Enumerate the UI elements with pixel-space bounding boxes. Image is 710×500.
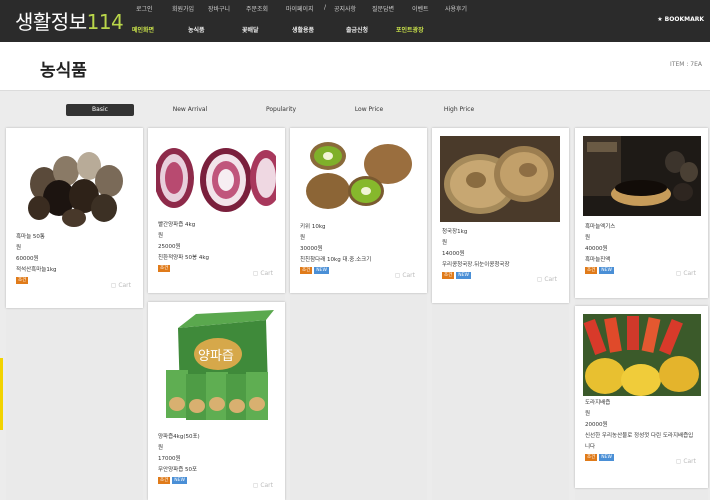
red-onion-image[interactable] xyxy=(156,136,276,216)
add-to-cart-button[interactable]: ▢ Cart xyxy=(676,458,696,465)
kiwi-image[interactable] xyxy=(298,136,418,216)
signup-link[interactable]: 회원가입 xyxy=(172,4,194,13)
sort-low-price[interactable]: Low Price xyxy=(346,104,392,116)
util-separator: / xyxy=(324,4,327,11)
product-unit: 원 xyxy=(158,445,164,451)
product-card[interactable]: 흑마늘엑기스 원 40000원 흑마늘진액 조건 NEW ▢ Cart xyxy=(575,128,708,298)
product-card[interactable]: 도라지배즙 원 20000원 신선한 우리농산물로 정성껏 다린 도라지배즙입니… xyxy=(575,306,708,488)
review-link[interactable]: 사용후기 xyxy=(445,4,467,13)
product-price: 30000원 xyxy=(300,246,323,252)
login-link[interactable]: 로그인 xyxy=(136,4,153,13)
product-name[interactable]: 도라지배즙 xyxy=(585,398,697,409)
nav-flower[interactable]: 꽃배달 xyxy=(242,25,259,34)
product-price: 40000원 xyxy=(585,246,608,252)
product-name[interactable]: 양파즙4kg(50포) xyxy=(158,432,200,443)
product-unit: 원 xyxy=(442,240,448,246)
top-bar: 생활정보114 로그인 회원가입 장바구니 주문조회 마이페이지 / 공지사항 … xyxy=(0,0,710,42)
product-desc: 우리콩청국장.뒤눈이콩청국장 xyxy=(442,262,510,268)
order-lookup-link[interactable]: 주문조회 xyxy=(246,4,268,13)
product-desc: 흑마늘진액 xyxy=(585,257,611,263)
event-link[interactable]: 이벤트 xyxy=(412,4,429,13)
product-name[interactable]: 빨간양파즙 4kg xyxy=(158,220,209,231)
product-unit: 원 xyxy=(585,235,591,241)
condition-badge: 조건 xyxy=(442,272,455,279)
product-card[interactable]: 청국장1kg 원 14000원 우리콩청국장.뒤눈이콩청국장 조건 NEW ▢ C… xyxy=(432,128,569,303)
product-card[interactable]: 양파즙 양파즙4kg(50포) 원 17000원 무안양파즙 50포 조건 NEW… xyxy=(148,302,285,500)
nav-withdraw[interactable]: 출금신청 xyxy=(346,25,368,34)
product-price: 25000원 xyxy=(158,244,181,250)
product-desc: 무안양파즙 50포 xyxy=(158,467,198,473)
cart-link[interactable]: 장바구니 xyxy=(208,4,230,13)
product-unit: 원 xyxy=(158,233,164,239)
site-logo[interactable]: 생활정보114 xyxy=(15,6,124,35)
product-card[interactable]: 흑마늘 50통 원 60000원 적석산흑마늘1kg 조건 ▢ Cart xyxy=(6,128,143,308)
condition-badge: 조건 xyxy=(585,267,598,274)
new-badge: NEW xyxy=(456,272,471,279)
add-to-cart-button[interactable]: ▢ Cart xyxy=(676,270,696,277)
page-title: 농식품 xyxy=(40,61,87,81)
sort-basic[interactable]: Basic xyxy=(66,104,134,116)
notice-link[interactable]: 공지사항 xyxy=(334,4,356,13)
nav-agri-food[interactable]: 농식품 xyxy=(188,25,205,34)
page-header: 농식품 ITEM : 7EA xyxy=(0,42,710,91)
new-badge: NEW xyxy=(599,267,614,274)
add-to-cart-button[interactable]: ▢ Cart xyxy=(111,282,131,289)
condition-badge: 조건 xyxy=(158,265,171,272)
add-to-cart-button[interactable]: ▢ Cart xyxy=(253,270,273,277)
product-name[interactable]: 키위 10kg xyxy=(300,222,371,233)
bookmark-button[interactable]: ★ BOOKMARK xyxy=(657,16,704,23)
item-count: ITEM : 7EA xyxy=(670,61,702,68)
add-to-cart-button[interactable]: ▢ Cart xyxy=(395,272,415,279)
black-garlic-image[interactable] xyxy=(14,136,134,231)
nav-main[interactable]: 메인화면 xyxy=(132,25,154,34)
product-unit: 원 xyxy=(300,235,306,241)
sort-high-price[interactable]: High Price xyxy=(436,104,482,116)
product-desc: 친환적양파 50봉 4kg xyxy=(158,255,210,261)
product-card[interactable]: 키위 10kg 원 30000원 친친참다래 10kg 대.중.소크기 조건 NE… xyxy=(290,128,427,293)
mypage-link[interactable]: 마이페이지 xyxy=(286,4,314,13)
condition-badge: 조건 xyxy=(585,454,598,461)
product-desc: 친친참다래 10kg 대.중.소크기 xyxy=(300,257,372,263)
new-badge: NEW xyxy=(172,477,187,484)
product-name[interactable]: 흑마늘엑기스 xyxy=(585,222,616,233)
bellflower-pear-juice-image[interactable] xyxy=(583,314,701,396)
sort-bar: Basic New Arrival Popularity Low Price H… xyxy=(0,92,710,124)
onion-juice-box-image[interactable]: 양파즙 xyxy=(156,310,276,428)
side-marker xyxy=(0,358,3,430)
product-price: 60000원 xyxy=(16,256,39,262)
product-unit: 원 xyxy=(16,245,22,251)
qna-link[interactable]: 질문답변 xyxy=(372,4,394,13)
add-to-cart-button[interactable]: ▢ Cart xyxy=(253,482,273,489)
product-name[interactable]: 흑마늘 50통 xyxy=(16,232,57,243)
nav-living[interactable]: 생활용품 xyxy=(292,25,314,34)
sort-new-arrival[interactable]: New Arrival xyxy=(162,104,218,116)
condition-badge: 조건 xyxy=(158,477,171,484)
product-price: 14000원 xyxy=(442,251,465,257)
product-unit: 원 xyxy=(585,411,591,417)
condition-badge: 조건 xyxy=(16,277,29,284)
condition-badge: 조건 xyxy=(300,267,313,274)
garlic-extract-image[interactable] xyxy=(583,136,701,216)
new-badge: NEW xyxy=(599,454,614,461)
product-card[interactable]: 빨간양파즙 4kg 원 25000원 친환적양파 50봉 4kg 조건 ▢ Ca… xyxy=(148,128,285,293)
nav-point[interactable]: 포인트광장 xyxy=(396,25,424,34)
new-badge: NEW xyxy=(314,267,329,274)
product-desc: 적석산흑마늘1kg xyxy=(16,267,57,273)
cheonggukjang-image[interactable] xyxy=(440,136,560,222)
sort-popularity[interactable]: Popularity xyxy=(256,104,306,116)
product-price: 17000원 xyxy=(158,456,181,462)
product-desc: 신선한 우리농산물로 정성껏 다린 도라지배즙입니다 xyxy=(585,433,694,450)
product-price: 20000원 xyxy=(585,422,608,428)
add-to-cart-button[interactable]: ▢ Cart xyxy=(537,276,557,283)
svg-text:양파즙: 양파즙 xyxy=(198,349,234,364)
product-name[interactable]: 청국장1kg xyxy=(442,227,510,238)
